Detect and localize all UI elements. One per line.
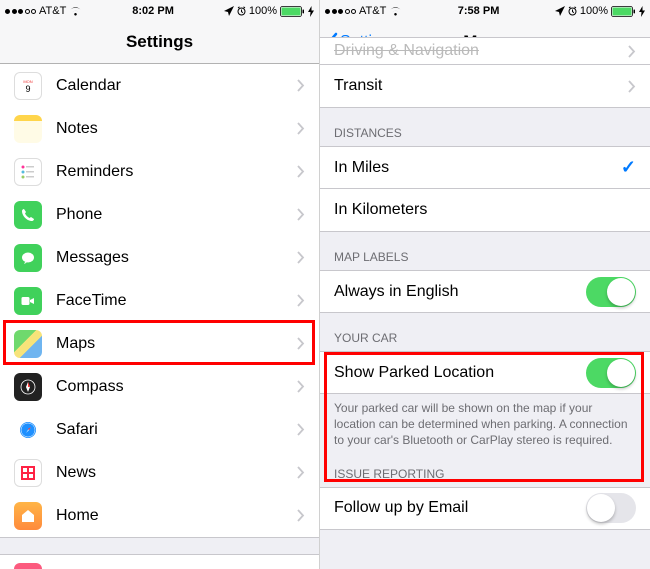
chevron-right-icon — [297, 423, 305, 436]
news-icon — [14, 459, 42, 487]
section-header-your-car: YOUR CAR — [320, 313, 650, 351]
settings-row-calendar[interactable]: MON9 Calendar — [0, 64, 319, 107]
section-header-map-labels: MAP LABELS — [320, 232, 650, 270]
toggle-follow-up-email[interactable] — [586, 493, 636, 523]
chevron-right-icon — [297, 251, 305, 264]
settings-row-facetime[interactable]: FaceTime — [0, 279, 319, 322]
settings-row-phone[interactable]: Phone — [0, 193, 319, 236]
location-arrow-icon — [224, 6, 234, 16]
row-label: Calendar — [56, 77, 297, 95]
row-label: Messages — [56, 249, 297, 267]
calendar-icon: MON9 — [14, 72, 42, 100]
checkmark-icon: ✓ — [621, 157, 636, 178]
nav-bar: Settings — [0, 20, 319, 64]
group-spacer — [0, 537, 319, 555]
chevron-right-icon — [628, 80, 636, 93]
music-icon — [14, 563, 42, 569]
compass-icon — [14, 373, 42, 401]
row-label: Maps — [56, 335, 297, 353]
chevron-right-icon — [628, 45, 636, 58]
toggle-always-english[interactable] — [586, 277, 636, 307]
row-always-english[interactable]: Always in English — [320, 270, 650, 313]
settings-row-home[interactable]: Home — [0, 494, 319, 537]
row-label: FaceTime — [56, 292, 297, 310]
row-label: Home — [56, 507, 297, 525]
notes-icon — [14, 115, 42, 143]
chevron-right-icon — [297, 208, 305, 221]
reminders-icon — [14, 158, 42, 186]
carrier-label: AT&T — [359, 5, 386, 17]
row-show-parked-location[interactable]: Show Parked Location — [320, 351, 650, 394]
toggle-show-parked[interactable] — [586, 358, 636, 388]
row-label: Notes — [56, 120, 297, 138]
section-header-distances: DISTANCES — [320, 108, 650, 146]
chevron-right-icon — [297, 380, 305, 393]
row-label: Show Parked Location — [334, 364, 586, 382]
wifi-icon — [69, 6, 82, 16]
row-driving-navigation[interactable]: Driving & Navigation — [320, 37, 650, 65]
row-label: Always in English — [334, 283, 586, 301]
row-label: Phone — [56, 206, 297, 224]
svg-text:9: 9 — [25, 84, 30, 94]
safari-icon — [14, 416, 42, 444]
row-label: Safari — [56, 421, 297, 439]
status-bar: AT&T 7:58 PM 100% — [320, 0, 650, 20]
battery-icon — [611, 6, 636, 17]
settings-row-messages[interactable]: Messages — [0, 236, 319, 279]
settings-row-safari[interactable]: Safari — [0, 408, 319, 451]
row-label: In Miles — [334, 159, 621, 177]
chevron-right-icon — [297, 466, 305, 479]
carrier-label: AT&T — [39, 5, 66, 17]
chevron-right-icon — [297, 165, 305, 178]
maps-icon — [14, 330, 42, 358]
row-label: News — [56, 464, 297, 482]
chevron-right-icon — [297, 294, 305, 307]
page-title: Settings — [126, 32, 193, 52]
section-header-issue-reporting: ISSUE REPORTING — [320, 457, 650, 487]
settings-row-notes[interactable]: Notes — [0, 107, 319, 150]
settings-row-maps[interactable]: Maps — [0, 322, 319, 365]
row-in-miles[interactable]: In Miles ✓ — [320, 146, 650, 189]
section-footer-your-car: Your parked car will be shown on the map… — [320, 394, 650, 457]
row-label: Driving & Navigation — [334, 42, 628, 60]
settings-row-news[interactable]: News — [0, 451, 319, 494]
facetime-icon — [14, 287, 42, 315]
charging-icon — [308, 6, 314, 17]
chevron-right-icon — [297, 122, 305, 135]
status-bar: AT&T 8:02 PM 100% — [0, 0, 319, 20]
clock: 8:02 PM — [132, 5, 174, 17]
row-in-kilometers[interactable]: In Kilometers — [320, 189, 650, 232]
row-follow-up-email[interactable]: Follow up by Email — [320, 487, 650, 530]
clock: 7:58 PM — [458, 5, 500, 17]
row-label: Follow up by Email — [334, 499, 586, 517]
battery-percent: 100% — [580, 5, 608, 17]
signal-icon — [325, 9, 356, 14]
row-label: In Kilometers — [334, 201, 636, 219]
phone-icon — [14, 201, 42, 229]
row-transit[interactable]: Transit — [320, 65, 650, 108]
row-label: Transit — [334, 77, 628, 95]
battery-percent: 100% — [249, 5, 277, 17]
row-label: Compass — [56, 378, 297, 396]
charging-icon — [639, 6, 645, 17]
settings-row-music[interactable]: Music — [0, 555, 319, 569]
signal-icon — [5, 9, 36, 14]
chevron-right-icon — [297, 337, 305, 350]
chevron-right-icon — [297, 79, 305, 92]
row-label: Reminders — [56, 163, 297, 181]
settings-row-compass[interactable]: Compass — [0, 365, 319, 408]
battery-icon — [280, 6, 305, 17]
chevron-right-icon — [297, 509, 305, 522]
settings-row-reminders[interactable]: Reminders — [0, 150, 319, 193]
alarm-icon — [237, 6, 246, 16]
location-arrow-icon — [555, 6, 565, 16]
wifi-icon — [389, 6, 402, 16]
alarm-icon — [568, 6, 577, 16]
messages-icon — [14, 244, 42, 272]
home-icon — [14, 502, 42, 530]
